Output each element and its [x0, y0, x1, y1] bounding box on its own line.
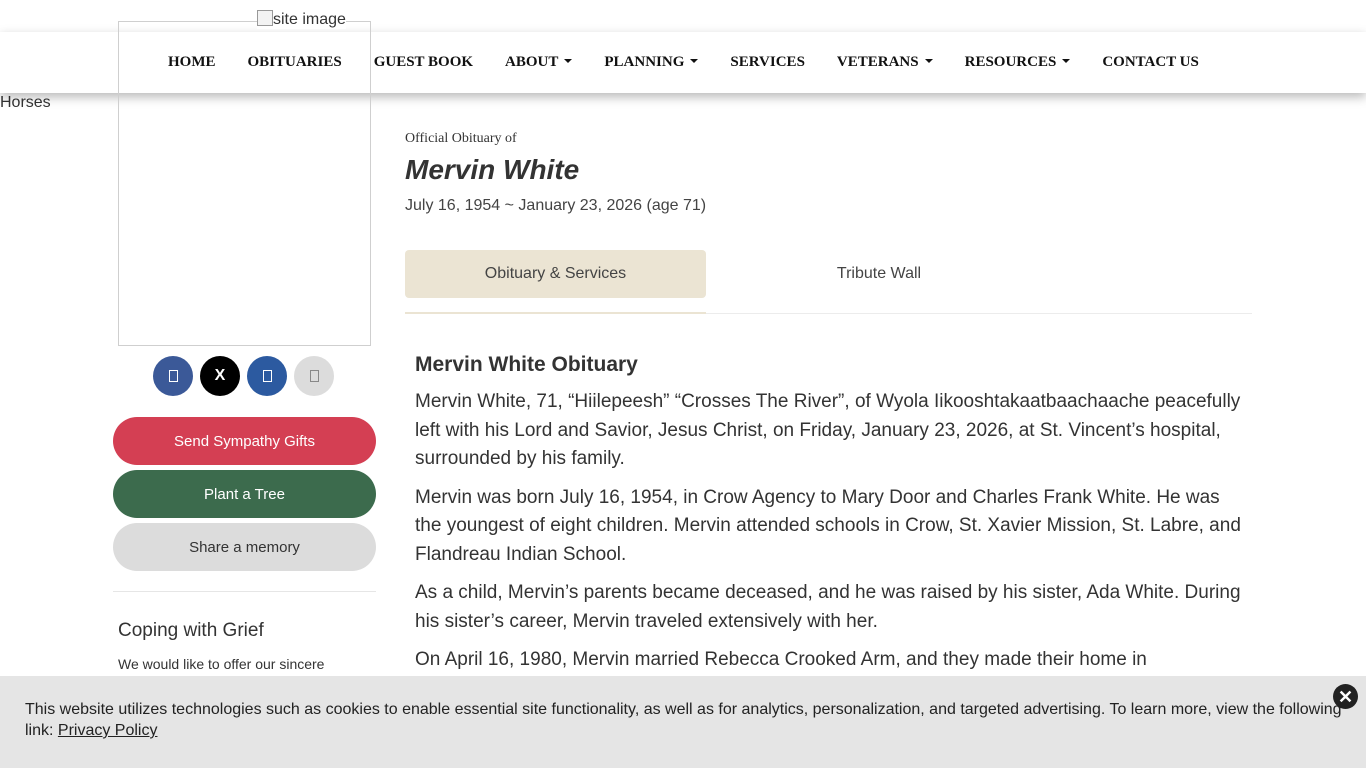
nav-resources[interactable]: RESOURCES [965, 54, 1071, 71]
nav-about-label: ABOUT [505, 54, 559, 70]
share-a-memory-button[interactable]: Share a memory [113, 523, 376, 571]
share-a-memory-label: Share a memory [189, 538, 300, 556]
close-glyph: ✕ [1337, 686, 1354, 707]
email-share-button[interactable] [294, 356, 334, 396]
tab-obituary-services-label: Obituary & Services [484, 265, 627, 282]
email-icon [309, 370, 319, 382]
x-icon: X [214, 367, 226, 384]
nav-contact-us[interactable]: CONTACT US [1102, 54, 1199, 71]
broken-image-icon [257, 10, 273, 26]
x-share-button[interactable]: X [200, 356, 240, 396]
close-icon[interactable]: ✕ [1333, 684, 1358, 709]
active-tab-underline [405, 312, 706, 314]
plant-a-tree-button[interactable]: Plant a Tree [113, 470, 376, 518]
nav-planning-label: PLANNING [604, 54, 685, 70]
coping-with-grief-text: We would like to offer our sincere [118, 656, 325, 672]
deceased-name: Mervin White [405, 154, 580, 185]
caret-down-icon [924, 59, 933, 63]
nav-resources-label: RESOURCES [964, 54, 1057, 70]
obituary-body: Mervin White, 71, “Hiilepeesh” “Crosses … [415, 388, 1245, 685]
tab-tribute-wall-label: Tribute Wall [836, 265, 922, 282]
linkedin-share-button[interactable] [247, 356, 287, 396]
nav-planning[interactable]: PLANNING [604, 54, 699, 71]
obituary-heading: Mervin White Obituary [415, 353, 638, 376]
cookie-message: This website utilizes technologies such … [25, 699, 1355, 741]
nav-veterans-label: VETERANS [836, 54, 919, 70]
nav-guest-book[interactable]: GUEST BOOK [374, 54, 473, 71]
facebook-icon [168, 370, 178, 382]
photo-overflow-text: Horses [0, 94, 51, 111]
life-dates: July 16, 1954 ~ January 23, 2026 (age 71… [405, 197, 707, 214]
coping-with-grief-title: Coping with Grief [118, 620, 264, 641]
caret-down-icon [1062, 59, 1071, 63]
nav-services-label: SERVICES [730, 54, 805, 70]
privacy-policy-link[interactable]: Privacy Policy [58, 722, 158, 739]
facebook-share-button[interactable] [153, 356, 193, 396]
official-obituary-label: Official Obituary of [405, 131, 517, 146]
nav-about[interactable]: ABOUT [505, 54, 573, 71]
linkedin-icon [262, 370, 272, 382]
plant-a-tree-label: Plant a Tree [204, 485, 285, 503]
nav-contact-us-label: CONTACT US [1102, 54, 1199, 70]
tab-tribute-wall[interactable]: Tribute Wall [706, 250, 1052, 298]
cookie-banner: This website utilizes technologies such … [0, 676, 1366, 768]
obituary-paragraph: Mervin White, 71, “Hiilepeesh” “Crosses … [415, 391, 1241, 469]
nav-services[interactable]: SERVICES [730, 54, 805, 71]
obituary-paragraph: On April 16, 1980, Mervin married Rebecc… [415, 649, 1147, 670]
obituary-paragraph: As a child, Mervin’s parents became dece… [415, 582, 1241, 632]
site-image-alt-text: site image [273, 11, 346, 28]
cookie-text: This website utilizes technologies such … [25, 701, 1342, 739]
caret-down-icon [564, 59, 573, 63]
nav-guest-book-label: GUEST BOOK [373, 54, 474, 70]
tab-divider [706, 313, 1252, 314]
site-image-broken: site image [257, 10, 346, 29]
send-sympathy-gifts-button[interactable]: Send Sympathy Gifts [113, 417, 376, 465]
send-sympathy-gifts-label: Send Sympathy Gifts [174, 432, 315, 450]
obituary-paragraph: Mervin was born July 16, 1954, in Crow A… [415, 486, 1241, 565]
social-share-row: X [153, 356, 334, 396]
deceased-photo-frame [118, 21, 371, 346]
sidebar-divider [113, 591, 376, 592]
caret-down-icon [690, 59, 699, 63]
nav-veterans[interactable]: VETERANS [837, 54, 933, 71]
tab-obituary-services[interactable]: Obituary & Services [405, 250, 706, 298]
